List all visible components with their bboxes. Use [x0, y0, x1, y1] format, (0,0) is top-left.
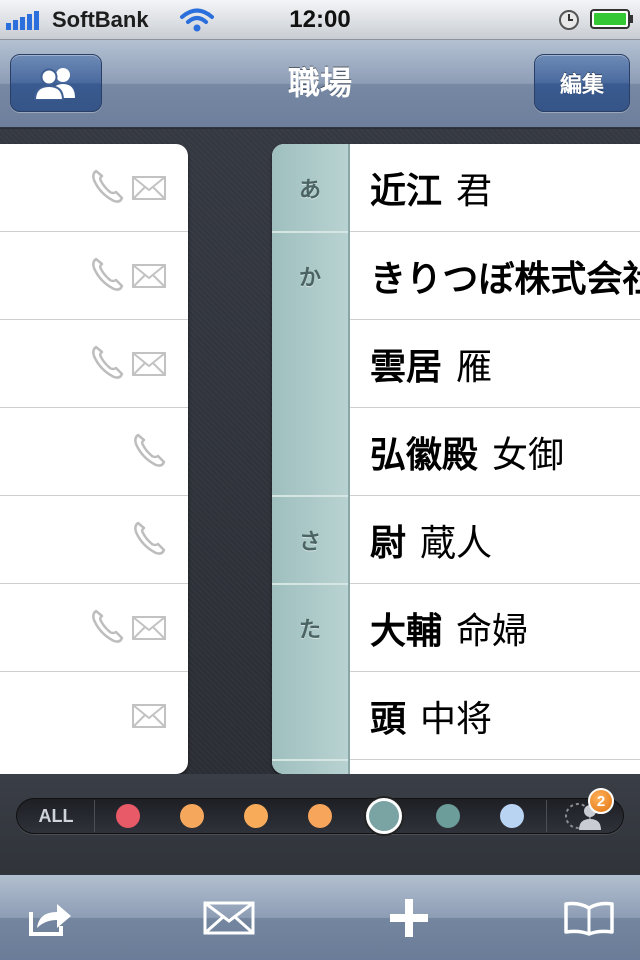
mail-icon[interactable] — [132, 176, 166, 200]
contact-given-name: 雁 — [456, 346, 493, 388]
contact-family-name: 弘徽殿 — [370, 434, 479, 476]
mail-icon[interactable] — [132, 352, 166, 376]
add-icon — [390, 899, 428, 937]
contact-row[interactable]: 大輔 命婦 — [350, 584, 640, 672]
signal-strength-icon — [6, 11, 39, 30]
contact-family-name: 雲居 — [370, 346, 443, 388]
phone-icon[interactable] — [90, 168, 124, 204]
filter-all-button[interactable]: ALL — [18, 804, 94, 828]
color-filter-red[interactable] — [116, 804, 140, 828]
contact-given-name: 中将 — [420, 698, 493, 740]
notification-badge: 2 — [588, 788, 614, 814]
contact-given-name: 蔵人 — [420, 522, 493, 564]
list-item[interactable] — [0, 232, 188, 320]
contact-family-name: 頭 — [370, 698, 407, 740]
section-index[interactable]: あ か さ た — [272, 144, 350, 774]
previous-contacts-card[interactable] — [0, 144, 188, 774]
bookmarks-button[interactable] — [562, 893, 616, 943]
index-letter[interactable]: た — [272, 584, 348, 672]
phone-icon[interactable] — [132, 432, 166, 468]
color-filter-orange-2[interactable] — [244, 804, 268, 828]
list-item[interactable] — [0, 496, 188, 584]
page-title: 職場 — [287, 64, 352, 102]
index-letter[interactable]: あ — [272, 144, 348, 232]
battery-icon — [590, 9, 633, 29]
carrier-name: SoftBank — [52, 7, 149, 32]
contact-row[interactable]: 雲居 雁 — [350, 320, 640, 408]
contact-row[interactable]: 弘徽殿 女御 — [350, 408, 640, 496]
contact-row[interactable]: きりつぼ株式会社 — [350, 232, 640, 320]
contact-given-name: 君 — [456, 170, 493, 212]
mail-icon[interactable] — [132, 264, 166, 288]
contacts-card: あ か さ た 近江 君 きりつぼ株式会社 雲居 雁 弘徽殿 女御 尉 蔵人 大… — [272, 144, 640, 774]
color-filter-blue[interactable] — [500, 804, 524, 828]
contact-given-name: 女御 — [492, 434, 565, 476]
contact-family-name: 近江 — [370, 170, 443, 212]
bottom-toolbar — [0, 874, 640, 960]
list-item[interactable] — [0, 672, 188, 760]
contact-family-name: 尉 — [370, 522, 407, 564]
phone-icon[interactable] — [90, 608, 124, 644]
share-button[interactable] — [24, 893, 78, 943]
phone-icon[interactable] — [90, 344, 124, 380]
filter-divider — [546, 800, 547, 832]
list-item[interactable] — [0, 144, 188, 232]
color-filter-teal-selected[interactable] — [366, 798, 402, 834]
contact-row[interactable]: 尉 蔵人 — [350, 496, 640, 584]
wifi-icon — [180, 8, 214, 32]
bookmarks-icon — [564, 901, 614, 936]
navigation-bar: 職場 編集 — [0, 40, 640, 128]
phone-icon[interactable] — [132, 520, 166, 556]
add-contact-button[interactable] — [382, 893, 436, 943]
list-item[interactable] — [0, 584, 188, 672]
alarm-icon — [559, 10, 579, 30]
groups-icon — [33, 68, 75, 100]
contact-family-name: きりつぼ株式会社 — [370, 258, 640, 300]
contact-row[interactable]: 頭 中将 — [350, 672, 640, 760]
contact-given-name: 命婦 — [456, 610, 529, 652]
index-letter[interactable]: さ — [272, 496, 348, 584]
index-divider — [272, 759, 348, 761]
status-bar: SoftBank 12:00 — [0, 0, 640, 40]
mail-icon[interactable] — [132, 616, 166, 640]
mail-button[interactable] — [202, 893, 256, 943]
filter-divider — [94, 800, 95, 832]
phone-icon[interactable] — [90, 256, 124, 292]
mail-icon — [203, 901, 255, 935]
index-letter[interactable]: か — [272, 232, 348, 320]
contact-row[interactable]: 近江 君 — [350, 144, 640, 232]
list-item[interactable] — [0, 408, 188, 496]
contact-family-name: 大輔 — [370, 610, 443, 652]
edit-button[interactable]: 編集 — [534, 54, 630, 112]
color-filter-orange[interactable] — [180, 804, 204, 828]
color-filter-orange-3[interactable] — [308, 804, 332, 828]
groups-button[interactable] — [10, 54, 102, 112]
list-item[interactable] — [0, 320, 188, 408]
mail-icon[interactable] — [132, 704, 166, 728]
color-filter-teal[interactable] — [436, 804, 460, 828]
share-icon — [29, 904, 71, 936]
